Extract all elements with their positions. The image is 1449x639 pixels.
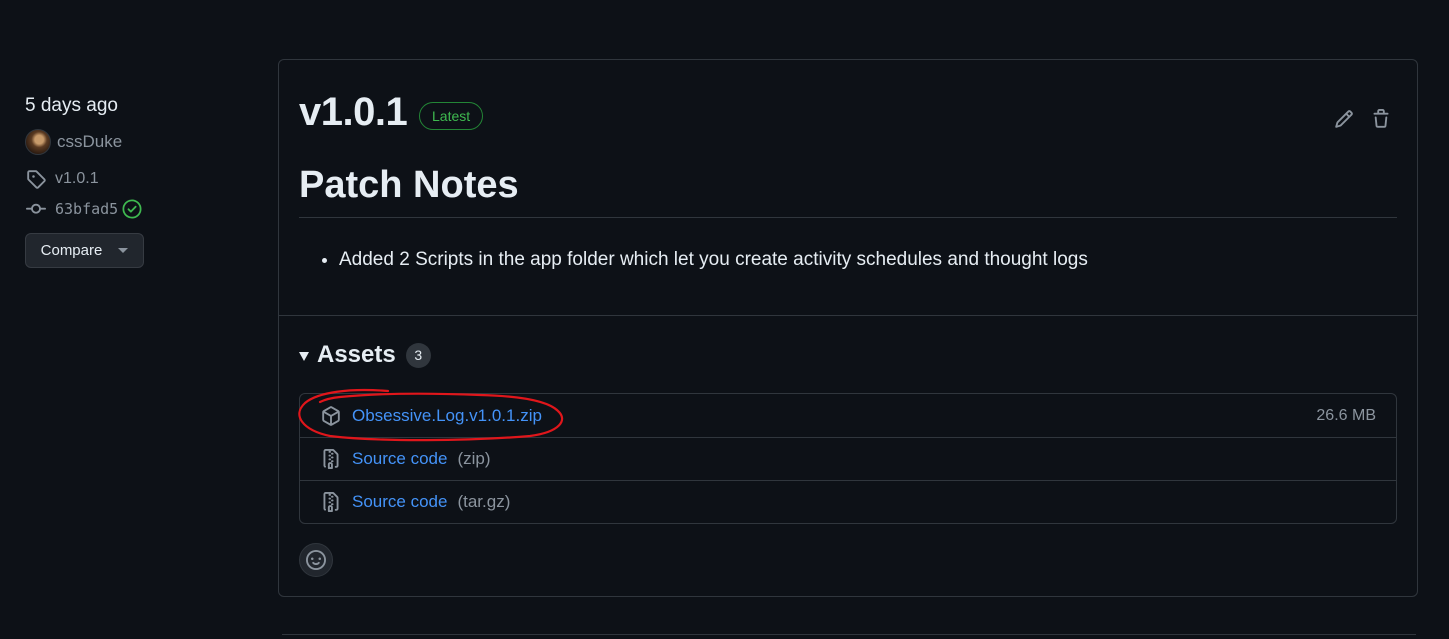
trash-icon — [1373, 109, 1389, 128]
triangle-down-icon — [299, 352, 309, 361]
asset-row[interactable]: Obsessive.Log.v1.0.1.zip 26.6 MB — [300, 394, 1396, 437]
asset-format: (tar.gz) — [457, 492, 511, 511]
release-meta: 5 days ago cssDuke v1.0.1 63bfad5 Compar… — [25, 92, 255, 268]
asset-row[interactable]: Source code (tar.gz) — [300, 480, 1396, 523]
asset-row[interactable]: Source code (zip) — [300, 437, 1396, 480]
add-reaction-button[interactable] — [299, 543, 333, 577]
divider — [282, 634, 1416, 635]
commit-icon — [25, 198, 47, 220]
package-icon — [320, 405, 342, 427]
asset-format: (zip) — [457, 449, 491, 468]
author-name[interactable]: cssDuke — [57, 132, 122, 152]
file-zip-icon — [320, 448, 342, 470]
tag-row[interactable]: v1.0.1 — [25, 166, 255, 192]
tag-label[interactable]: v1.0.1 — [55, 170, 99, 188]
latest-badge: Latest — [419, 102, 484, 130]
avatar[interactable] — [25, 129, 51, 155]
assets-toggle[interactable]: Assets 3 — [299, 341, 431, 369]
asset-link[interactable]: Obsessive.Log.v1.0.1.zip — [352, 406, 542, 426]
author[interactable]: cssDuke — [25, 128, 255, 156]
release-title[interactable]: v1.0.1 — [299, 90, 408, 135]
assets-count-badge: 3 — [405, 342, 431, 368]
notes-heading: Patch Notes — [299, 164, 1397, 218]
check-circle-icon[interactable] — [122, 199, 142, 219]
asset-link[interactable]: Source code — [352, 492, 447, 512]
assets-title: Assets — [317, 341, 396, 368]
tag-icon — [25, 168, 47, 190]
commit-row[interactable]: 63bfad5 — [25, 196, 255, 222]
delete-button[interactable] — [1368, 106, 1394, 132]
assets-list: Obsessive.Log.v1.0.1.zip 26.6 MB Source … — [299, 393, 1397, 524]
release-header: v1.0.1 Latest Patch Notes Added 2 Script… — [279, 60, 1417, 316]
release-card: v1.0.1 Latest Patch Notes Added 2 Script… — [278, 59, 1418, 597]
commit-sha[interactable]: 63bfad5 — [55, 200, 118, 218]
asset-size: 26.6 MB — [1316, 406, 1376, 424]
list-item: Added 2 Scripts in the app folder which … — [339, 246, 1088, 274]
notes-list: Added 2 Scripts in the app folder which … — [299, 246, 1088, 274]
asset-link[interactable]: Source code — [352, 449, 447, 469]
compare-button[interactable]: Compare — [25, 233, 144, 268]
edit-button[interactable] — [1331, 106, 1357, 132]
file-zip-icon — [320, 491, 342, 513]
release-date: 5 days ago — [25, 95, 118, 116]
release-page: 5 days ago cssDuke v1.0.1 63bfad5 Compar… — [0, 0, 1449, 639]
smiley-icon — [306, 550, 326, 570]
compare-label: Compare — [40, 242, 103, 259]
pencil-icon — [1335, 110, 1353, 128]
chevron-down-icon — [118, 248, 129, 253]
